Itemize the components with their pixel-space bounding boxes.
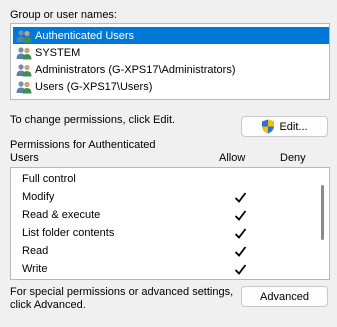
group-item-label: Authenticated Users bbox=[35, 29, 135, 42]
advanced-button[interactable]: Advanced bbox=[241, 286, 328, 307]
group-user-list[interactable]: Authenticated Users SYSTEM Administrator… bbox=[10, 23, 330, 100]
checkmark-icon bbox=[234, 228, 247, 239]
advanced-hint-line2: click Advanced. bbox=[10, 299, 86, 311]
change-permissions-hint: To change permissions, click Edit. bbox=[10, 114, 176, 126]
users-icon bbox=[16, 46, 32, 59]
group-item-label: Users (G-XPS17\Users) bbox=[35, 80, 153, 93]
permission-row-write: Write bbox=[22, 260, 312, 278]
permission-name: Full control bbox=[22, 173, 76, 185]
uac-shield-icon bbox=[262, 119, 275, 134]
group-item-label: SYSTEM bbox=[35, 46, 81, 59]
permission-name: Write bbox=[22, 263, 48, 275]
allow-column-header: Allow bbox=[219, 152, 246, 164]
permission-row-list-folder-contents: List folder contents bbox=[22, 224, 312, 242]
checkmark-icon bbox=[234, 264, 247, 275]
permission-name: Read bbox=[22, 245, 49, 257]
group-item-label: Administrators (G-XPS17\Administrators) bbox=[35, 63, 236, 76]
permissions-list[interactable]: Full control Modify Read & execute List … bbox=[10, 167, 330, 280]
users-icon bbox=[16, 29, 32, 42]
group-item-administrators[interactable]: Administrators (G-XPS17\Administrators) bbox=[13, 61, 329, 78]
permission-row-modify: Modify bbox=[22, 188, 312, 206]
permission-name: List folder contents bbox=[22, 227, 115, 239]
permissions-for-label-line1: Permissions for Authenticated bbox=[10, 139, 156, 151]
users-icon bbox=[16, 80, 32, 93]
group-item-system[interactable]: SYSTEM bbox=[13, 44, 329, 61]
scrollbar-thumb[interactable] bbox=[321, 185, 324, 240]
permission-row-full-control: Full control bbox=[22, 170, 312, 188]
permissions-for-label-line2: Users bbox=[10, 152, 39, 164]
advanced-button-label: Advanced bbox=[260, 290, 309, 303]
checkmark-icon bbox=[234, 192, 247, 203]
group-item-users[interactable]: Users (G-XPS17\Users) bbox=[13, 78, 329, 95]
advanced-hint-line1: For special permissions or advanced sett… bbox=[10, 286, 234, 298]
deny-column-header: Deny bbox=[280, 152, 306, 164]
checkmark-icon bbox=[234, 246, 247, 257]
permission-row-read: Read bbox=[22, 242, 312, 260]
group-list-label: Group or user names: bbox=[10, 9, 117, 21]
edit-button-label: Edit... bbox=[279, 120, 308, 133]
edit-button[interactable]: Edit... bbox=[241, 116, 328, 137]
users-icon bbox=[16, 63, 32, 76]
permissions-scrollbar[interactable] bbox=[319, 171, 327, 276]
group-item-authenticated-users[interactable]: Authenticated Users bbox=[13, 27, 329, 44]
security-tab-panel: Group or user names: Authenticated Users… bbox=[0, 0, 337, 327]
checkmark-icon bbox=[234, 210, 247, 221]
permission-row-read-execute: Read & execute bbox=[22, 206, 312, 224]
permission-name: Modify bbox=[22, 191, 55, 203]
permission-name: Read & execute bbox=[22, 209, 101, 221]
